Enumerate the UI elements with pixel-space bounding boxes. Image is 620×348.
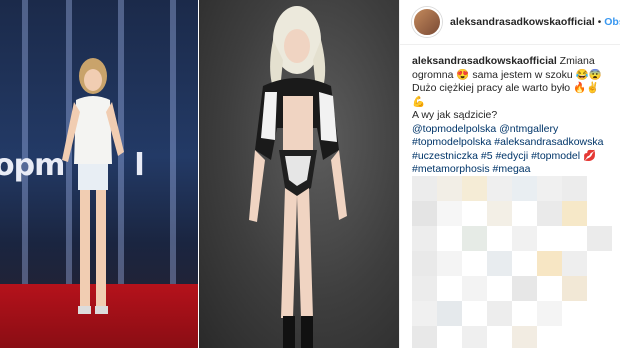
post-caption: aleksandrasadkowskaofficial Zmiana ogrom… [400,45,620,177]
post-header: aleksandrasadkowskaofficial • Obs [400,0,620,45]
caption-username[interactable]: aleksandrasadkowskaofficial [412,55,557,67]
mention-links[interactable]: @topmodelpolska @ntmgallery [412,123,609,137]
post-sidebar: aleksandrasadkowskaofficial • Obs aleksa… [399,0,620,348]
photo-after [199,0,399,348]
model-figure [249,6,347,348]
username-link[interactable]: aleksandrasadkowskaofficial [450,16,595,28]
backdrop-stripe [170,0,176,284]
hashtag-link[interactable]: #metamorphosis #megaa [412,163,609,177]
caption-text: A wy jak sądzicie? [412,109,498,121]
hashtag-link[interactable]: #uczestniczka #5 #edycji #topmodel 💋 [412,150,609,164]
caption-text: Dużo ciężkiej pracy ale warto było 🔥✌️💪 [412,82,600,108]
follow-button[interactable]: Obs [604,16,620,28]
avatar[interactable] [412,7,442,37]
hashtag-link[interactable]: #topmodelpolska #aleksandrasadkowska [412,136,609,150]
model-figure [62,58,124,314]
backdrop-stripe [22,0,28,284]
photo-before: opm l [0,0,198,348]
separator-dot: • [597,16,602,28]
blurred-comments [412,176,612,348]
